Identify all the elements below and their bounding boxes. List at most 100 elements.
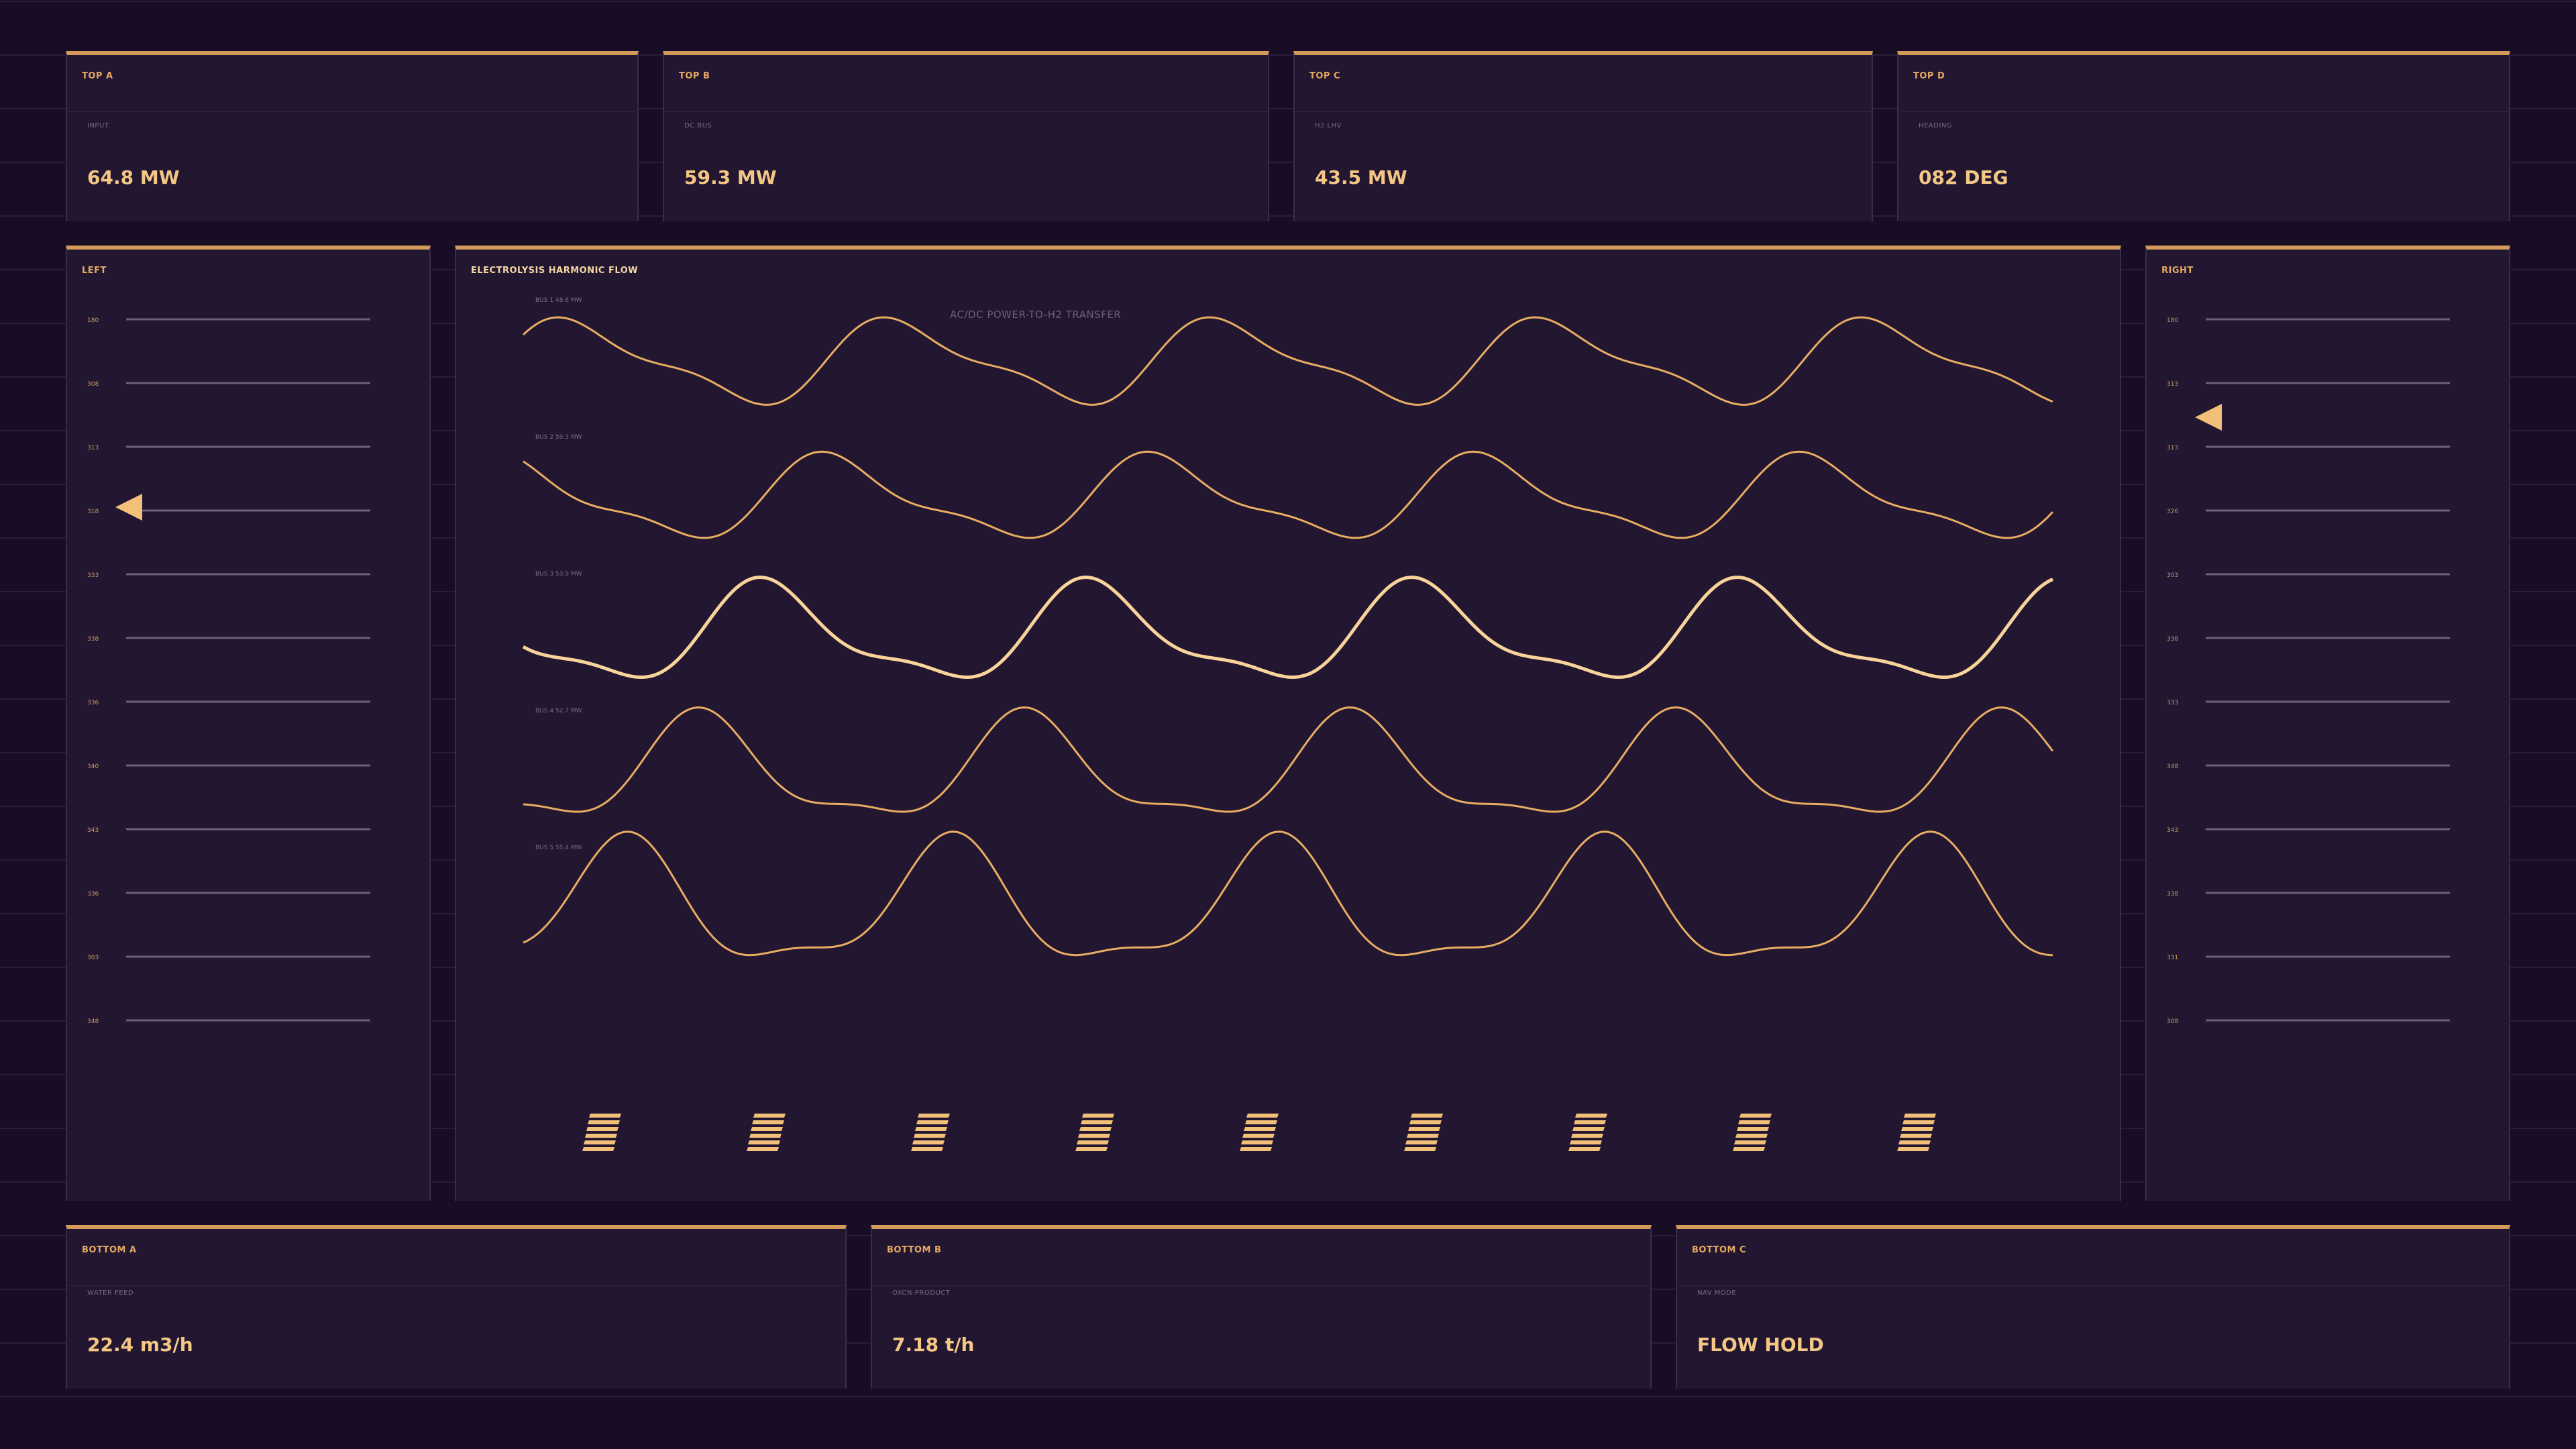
right-tick-label: 313 [2167, 381, 2178, 388]
stack-bar [1246, 1114, 1279, 1118]
stack-bar [918, 1114, 950, 1118]
right-tick-label: 313 [2167, 445, 2178, 451]
stack-bar [1733, 1147, 1765, 1151]
bottom-card-subtitle: WATER FEED [87, 1289, 134, 1297]
stack-bar [1242, 1134, 1275, 1138]
right-tick-label: 333 [2167, 700, 2178, 706]
right-tick-label: 338 [2167, 636, 2178, 643]
top-card-value: 082 DEG [1919, 166, 2008, 189]
bottom-card-c: BOTTOM C NAV MODE FLOW HOLD [1676, 1225, 2510, 1389]
stack-bar [1079, 1127, 1112, 1131]
center-panel: ELECTROLYSIS HARMONIC FLOW AC/DC POWER-T… [455, 246, 2121, 1201]
right-tick-label: 308 [2167, 1018, 2178, 1025]
top-card-subtitle: INPUT [87, 122, 109, 129]
stack-icon [1240, 1114, 1279, 1151]
stack-bar [586, 1127, 619, 1131]
left-tick-label: 340 [87, 763, 99, 770]
stack-bar [585, 1134, 617, 1138]
stack-bar [1739, 1114, 1772, 1118]
stack-bar [752, 1120, 784, 1124]
stack-bar [1408, 1127, 1440, 1131]
right-panel: RIGHT 180 313 313 326 303 338 333 348 343 338 331 3… [2145, 246, 2510, 1201]
harmonic-flow-chart: AC/DC POWER-TO-H2 TRANSFER BUS 1 48.6 MW… [522, 297, 2054, 1151]
bottom-card-title: BOTTOM C [1692, 1245, 1747, 1255]
top-card-title: TOP B [679, 71, 710, 81]
bus-label: BUS 5 55.4 MW [535, 845, 582, 851]
left-tick-label: 180 [87, 317, 99, 324]
bus-trace [523, 450, 2054, 539]
bus-label: BUS 1 48.6 MW [535, 297, 582, 304]
card-divider [664, 111, 1268, 112]
stack-icon [582, 1114, 621, 1151]
stack-bar [584, 1140, 616, 1144]
card-divider [1295, 111, 1872, 112]
stack-bar [1240, 1147, 1272, 1151]
card-divider [1898, 111, 2509, 112]
right-tick-label: 180 [2167, 317, 2178, 324]
top-card-a: TOP A INPUT 64.8 MW [66, 51, 639, 221]
left-tick-label: 318 [87, 508, 99, 515]
center-subtitle: AC/DC POWER-TO-H2 TRANSFER [950, 309, 1121, 321]
stack-bar [1077, 1140, 1109, 1144]
bottom-card-title: BOTTOM A [82, 1245, 137, 1255]
stack-bar [749, 1134, 782, 1138]
stack-bar [1405, 1140, 1438, 1144]
stack-bar [1409, 1120, 1442, 1124]
right-tick-label: 326 [2167, 508, 2178, 515]
left-tick-label: 336 [87, 700, 99, 706]
stack-bar [748, 1140, 780, 1144]
left-pointer-icon [115, 494, 142, 521]
card-divider [1677, 1285, 2509, 1286]
stack-bar [1568, 1147, 1601, 1151]
bottom-card-a: BOTTOM A WATER FEED 22.4 m3/h [66, 1225, 847, 1389]
top-card-subtitle: HEADING [1919, 122, 1953, 129]
stack-bar [1572, 1127, 1605, 1131]
stack-icon [1568, 1114, 1607, 1151]
stack-bar [1898, 1140, 1931, 1144]
top-card-value: 59.3 MW [684, 166, 777, 189]
bottom-card-b: BOTTOM B OXCN-PRODUCT 7.18 t/h [871, 1225, 1652, 1389]
bus-label: BUS 4 52.7 MW [535, 708, 582, 714]
bottom-card-title: BOTTOM B [887, 1245, 942, 1255]
stack-bar [1241, 1140, 1273, 1144]
top-card-b: TOP B DC BUS 59.3 MW [663, 51, 1269, 221]
right-tick-label: 343 [2167, 827, 2178, 834]
stack-bar [1404, 1147, 1436, 1151]
stack-bar [1407, 1134, 1439, 1138]
right-scale: 180 313 313 326 303 338 333 348 343 338 331 308 [2167, 317, 2450, 1025]
stack-bar [1738, 1120, 1770, 1124]
stack-bar [1574, 1120, 1606, 1124]
left-tick-label: 336 [87, 891, 99, 898]
top-card-title: TOP D [1913, 71, 1945, 81]
stack-bar [589, 1114, 621, 1118]
top-card-value: 43.5 MW [1315, 166, 1407, 189]
stack-bar [1244, 1127, 1276, 1131]
stack-bar [1897, 1147, 1929, 1151]
right-pointer-icon [2195, 404, 2222, 431]
stack-bar [747, 1147, 779, 1151]
stack-icon [1075, 1114, 1114, 1151]
stack-bar [1904, 1114, 1936, 1118]
stack-bar [751, 1127, 783, 1131]
top-card-d: TOP D HEADING 082 DEG [1897, 51, 2510, 221]
card-divider [67, 111, 637, 112]
right-tick-label: 348 [2167, 763, 2178, 770]
left-tick-label: 343 [87, 827, 99, 834]
bus-trace [522, 316, 2053, 406]
stack-bar [1575, 1114, 1607, 1118]
bottom-card-value: FLOW HOLD [1697, 1334, 1824, 1356]
top-card-c: TOP C H2 LHV 43.5 MW [1293, 51, 1873, 221]
top-card-value: 64.8 MW [87, 166, 180, 189]
top-card-subtitle: DC BUS [684, 122, 712, 129]
stack-icon [1897, 1114, 1936, 1151]
stack-icon [747, 1114, 786, 1151]
bus-trace [523, 706, 2054, 813]
stack-bar [588, 1120, 620, 1124]
stack-bar [1571, 1134, 1603, 1138]
bottom-card-value: 22.4 m3/h [87, 1334, 193, 1356]
bus-label: BUS 3 53.9 MW [535, 571, 582, 578]
stack-bar [1078, 1134, 1110, 1138]
right-tick-label: 303 [2167, 572, 2178, 579]
right-tick-label: 338 [2167, 891, 2178, 898]
stack-bar [1735, 1134, 1768, 1138]
